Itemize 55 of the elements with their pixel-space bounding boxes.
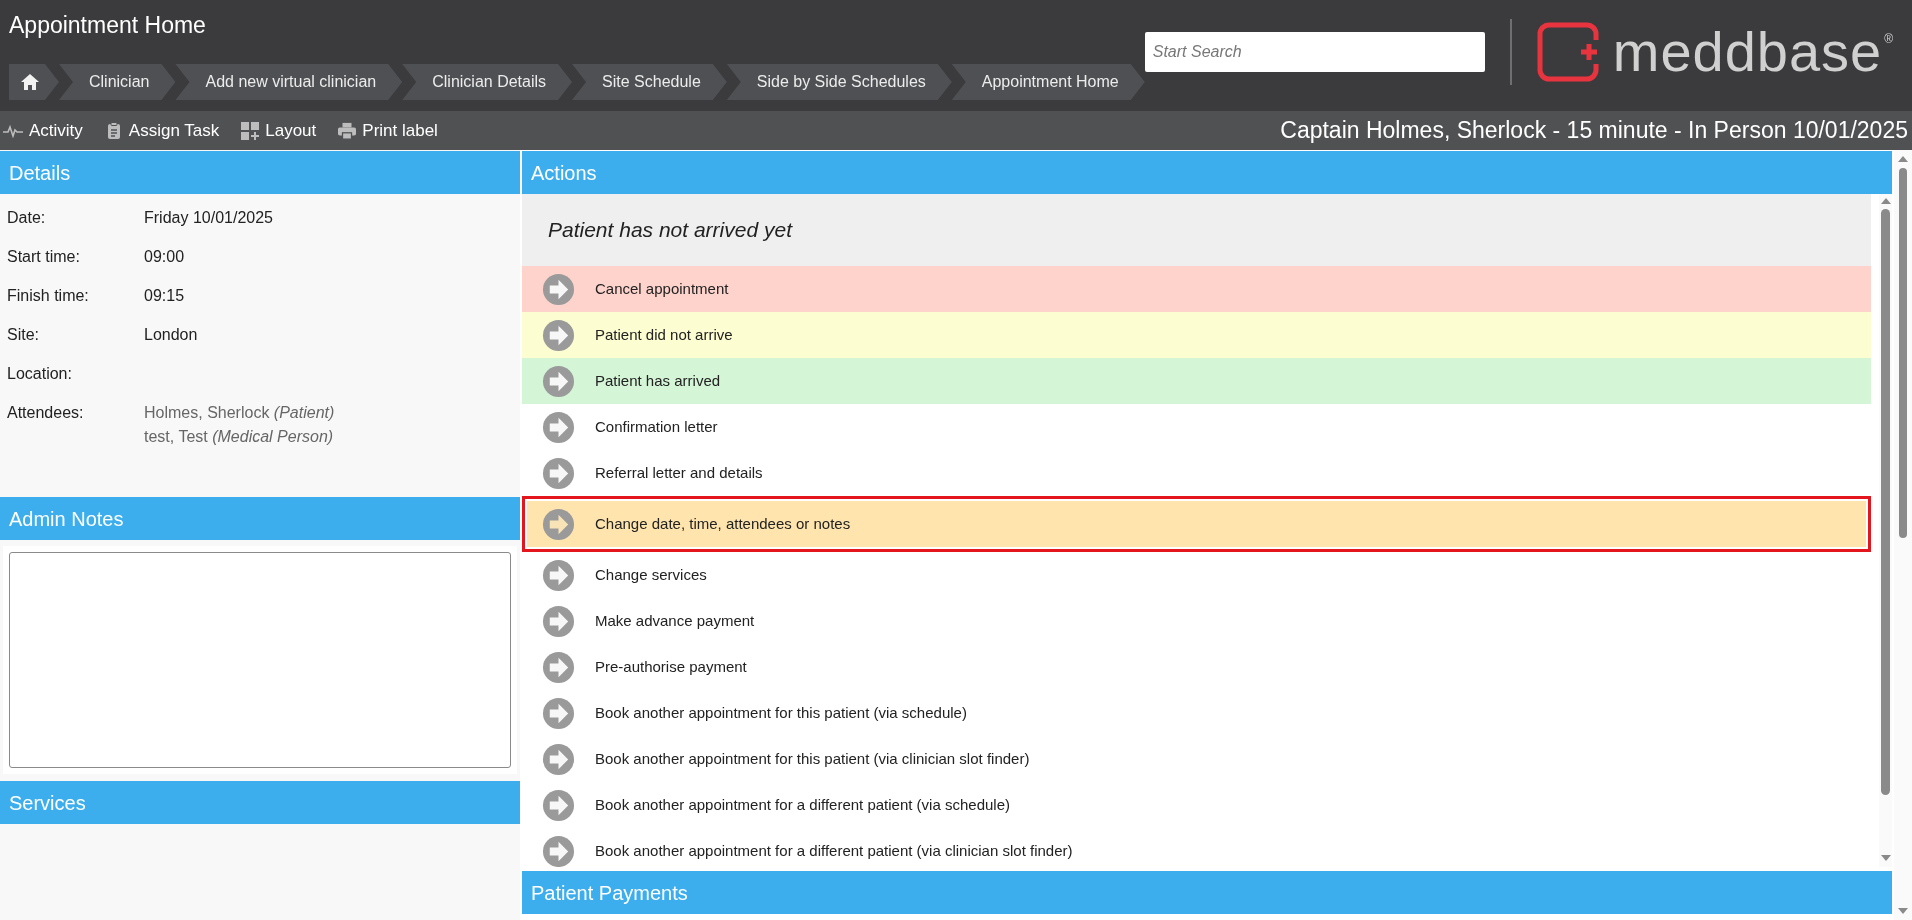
breadcrumb[interactable]: Clinician <box>59 64 176 100</box>
action-item[interactable]: Book another appointment for this patient (via schedule) <box>522 690 1871 736</box>
breadcrumb[interactable]: Add new virtual clinician <box>175 64 403 100</box>
section-header: Admin Notes <box>0 497 520 540</box>
appointment-title: Captain Holmes, Sherlock - 15 minute - In Person 10/01/2025 <box>1280 116 1909 146</box>
action-item[interactable]: Book another appointment for a different patient (via clinician slot finder) <box>522 828 1871 867</box>
logo-text: meddbase <box>1612 22 1883 82</box>
action-item[interactable]: Book another appointment for this patient (via clinician slot finder) <box>522 736 1871 782</box>
action-item[interactable]: Cancel appointment <box>522 266 1871 312</box>
printer-icon <box>338 121 357 140</box>
breadcrumb[interactable]: Appointment Home <box>951 64 1145 100</box>
breadcrumb[interactable]: Side by Side Schedules <box>726 64 952 100</box>
task-button[interactable]: Assign Task <box>104 117 220 144</box>
field-value: 09:15 <box>144 286 185 306</box>
field-value: 09:00 <box>144 247 185 267</box>
grid-icon <box>241 121 260 140</box>
logo-icon <box>1536 22 1599 82</box>
pulse-icon <box>3 123 23 138</box>
page-title: Appointment Home <box>9 11 207 40</box>
field-value: Holmes, Sherlock (Patient) <box>144 403 335 423</box>
breadcrumb[interactable]: Clinician Details <box>402 64 573 100</box>
field-label: Site: <box>6 325 40 345</box>
action-item[interactable]: Pre-authorise payment <box>522 644 1871 690</box>
section-header: Patient Payments <box>522 871 1892 914</box>
print-button[interactable]: Print label <box>338 117 438 144</box>
breadcrumb[interactable]: Site Schedule <box>572 64 727 100</box>
home-icon <box>20 72 40 92</box>
action-item[interactable]: Book another appointment for a different patient (via schedule) <box>522 782 1871 828</box>
field-label: Finish time: <box>6 286 90 306</box>
scrollbar[interactable] <box>1879 194 1892 867</box>
field-label: Location: <box>6 364 73 384</box>
field-value: Friday 10/01/2025 <box>144 208 273 228</box>
field-value: London <box>144 325 198 345</box>
section-header: Details <box>0 151 520 194</box>
action-item[interactable]: Change services <box>522 552 1871 598</box>
layout-button[interactable]: Layout <box>241 117 317 144</box>
action-item[interactable]: Confirmation letter <box>522 404 1871 450</box>
registered-mark: ® <box>1884 31 1894 48</box>
scrollbar[interactable] <box>1894 150 1912 920</box>
search-field[interactable]: Start Search <box>1144 32 1485 72</box>
notes-field[interactable] <box>9 552 511 768</box>
section-header: Services <box>0 781 520 824</box>
action-item[interactable]: Patient has arrived <box>522 358 1871 404</box>
activity-button[interactable]: Activity <box>3 117 83 144</box>
action-item[interactable]: Patient did not arrive <box>522 312 1871 358</box>
action-item[interactable]: Make advance payment <box>522 598 1871 644</box>
field-value: test, Test (Medical Person) <box>144 427 335 447</box>
field-label: Start time: <box>6 247 81 267</box>
status-message: Patient has not arrived yet <box>522 194 1871 266</box>
home-breadcrumb[interactable] <box>9 64 59 100</box>
action-item[interactable]: Referral letter and details <box>522 450 1871 496</box>
field-label: Date: <box>6 208 47 228</box>
field-label: Attendees: <box>6 403 85 423</box>
action-item[interactable]: Change date, time, attendees or notes <box>522 496 1871 552</box>
section-header: Actions <box>522 151 1892 194</box>
